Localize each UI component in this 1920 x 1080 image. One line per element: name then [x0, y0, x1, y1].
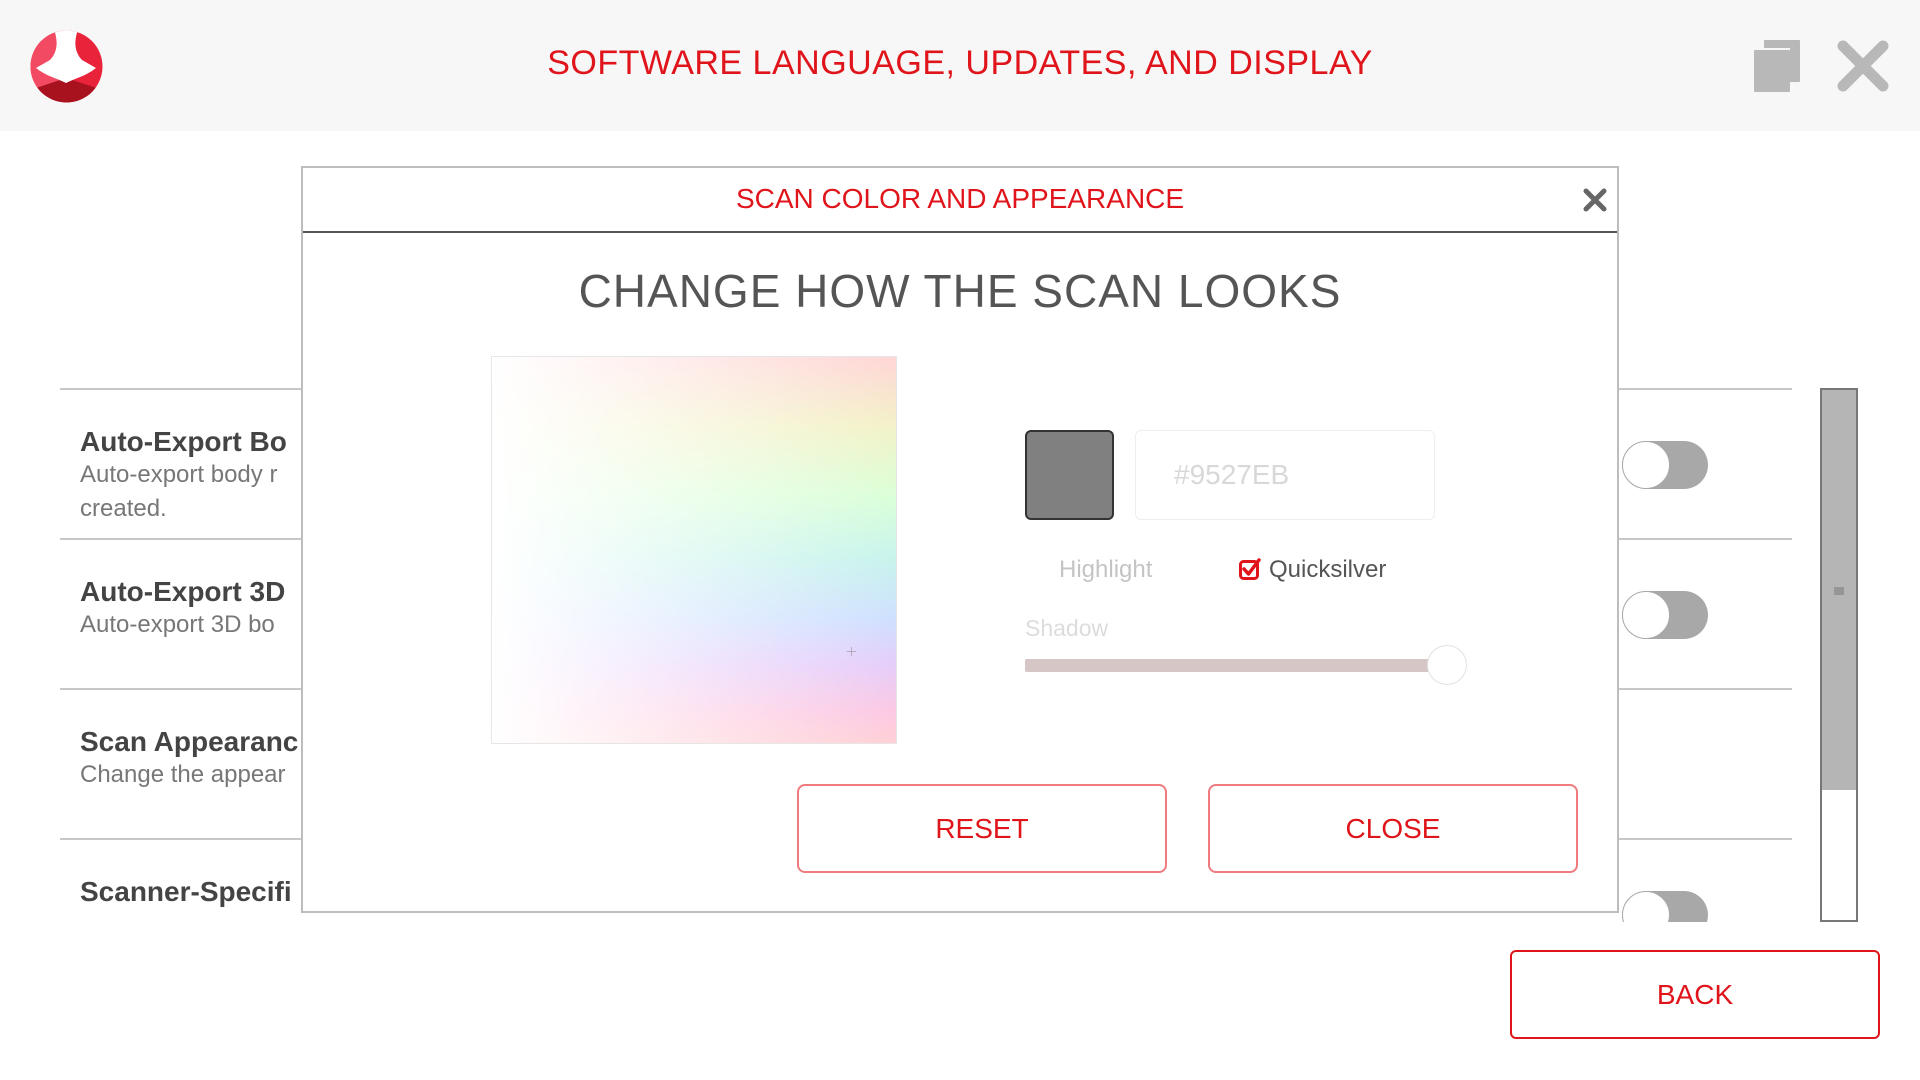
dialog-title: SCAN COLOR AND APPEARANCE: [735, 183, 1185, 214]
toggle-knob: [1622, 891, 1670, 922]
scan-color-dialog: SCAN COLOR AND APPEARANCE CHANGE HOW THE…: [301, 166, 1619, 913]
row-title: Auto-Export 3D: [80, 576, 286, 607]
back-button[interactable]: BACK: [1510, 950, 1880, 1039]
close-icon[interactable]: [1583, 188, 1607, 212]
copy-windows-icon[interactable]: [1754, 40, 1800, 92]
row-description: Auto-export 3D bo: [80, 611, 275, 638]
page-title: SOFTWARE LANGUAGE, UPDATES, AND DISPLAY: [547, 44, 1373, 82]
auto-export-3d-toggle[interactable]: [1622, 591, 1708, 639]
checkbox-checked-icon[interactable]: [1239, 558, 1261, 580]
scanner-specific-toggle[interactable]: [1622, 891, 1708, 922]
scrollbar[interactable]: [1820, 388, 1858, 922]
drag-grip-icon: [1834, 587, 1844, 595]
toggle-knob: [1622, 441, 1670, 489]
close-button[interactable]: CLOSE: [1208, 784, 1578, 873]
quicksilver-option[interactable]: Quicksilver: [1269, 556, 1386, 584]
row-title: Scanner-Specifi: [80, 876, 292, 907]
row-description: created.: [80, 495, 167, 522]
highlight-option[interactable]: Highlight: [1059, 556, 1152, 584]
row-title: Scan Appearanc: [80, 726, 299, 757]
row-description: Change the appear: [80, 761, 286, 788]
reset-button[interactable]: RESET: [797, 784, 1167, 873]
toggle-knob: [1622, 591, 1670, 639]
scrollbar-thumb[interactable]: [1822, 390, 1856, 790]
app-header: SOFTWARE LANGUAGE, UPDATES, AND DISPLAY: [0, 0, 1920, 131]
row-title: Auto-Export Bo: [80, 426, 287, 457]
color-picker-area[interactable]: [491, 356, 897, 744]
auto-export-body-toggle[interactable]: [1622, 441, 1708, 489]
close-x-icon[interactable]: [1836, 40, 1890, 92]
hex-color-input[interactable]: [1135, 430, 1435, 520]
dialog-header: SCAN COLOR AND APPEARANCE: [303, 168, 1617, 233]
row-description: Auto-export body r: [80, 461, 278, 488]
shadow-label: Shadow: [1025, 615, 1109, 641]
slider-thumb[interactable]: [1427, 645, 1467, 685]
dialog-heading: CHANGE HOW THE SCAN LOOKS: [578, 265, 1342, 317]
color-swatch[interactable]: [1025, 430, 1114, 520]
slider-track: [1025, 659, 1445, 672]
crosshair-icon: [847, 647, 856, 656]
shadow-slider[interactable]: [1025, 645, 1467, 685]
